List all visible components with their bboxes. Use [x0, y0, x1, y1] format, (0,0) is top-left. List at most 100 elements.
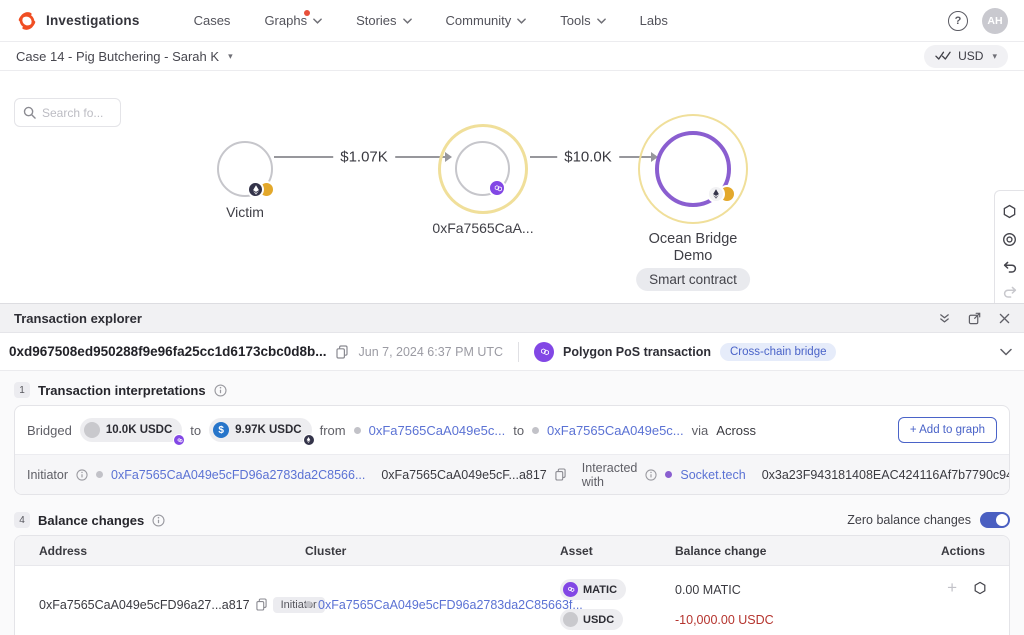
avatar[interactable]: AH	[982, 8, 1008, 34]
edge-amount-label[interactable]: $1.07K	[333, 148, 395, 167]
app-window: Investigations Cases Graphs Stories Comm…	[0, 0, 1024, 635]
bridged-interpretation-row: Bridged 10.0K USDC to $ 9.97K USDC fr	[15, 406, 1009, 454]
copy-icon[interactable]	[336, 345, 348, 359]
polygon-icon	[488, 179, 506, 197]
column-header-address: Address	[15, 544, 305, 558]
polygon-icon	[534, 342, 554, 362]
row-cluster-link[interactable]: 0xFa7565CaA049e5cFD96a2783da2C85663f...	[318, 598, 583, 612]
ethereum-icon	[247, 181, 264, 198]
info-icon[interactable]	[645, 469, 657, 481]
collapse-panel-icon[interactable]	[939, 313, 950, 324]
action-word: Bridged	[27, 423, 72, 438]
column-header-asset: Asset	[560, 544, 675, 558]
balance-changes-header: 4 Balance changes Zero balance changes	[14, 512, 1010, 528]
column-header-cluster: Cluster	[305, 544, 560, 558]
chevron-down-icon	[597, 18, 606, 24]
add-to-graph-button[interactable]: + Add to graph	[898, 417, 997, 443]
redo-icon[interactable]	[1003, 286, 1017, 298]
target-tool-icon[interactable]	[1002, 232, 1017, 247]
info-icon[interactable]	[214, 384, 227, 397]
balance-change-matic: 0.00 MATIC	[675, 579, 910, 600]
toggle-label: Zero balance changes	[847, 513, 971, 527]
top-nav: Investigations Cases Graphs Stories Comm…	[0, 0, 1024, 42]
node-label-intermediary[interactable]: 0xFa7565CaA...	[423, 220, 543, 237]
nav-item-graphs[interactable]: Graphs	[264, 13, 322, 28]
case-title[interactable]: Case 14 - Pig Butchering - Sarah K	[16, 49, 219, 64]
cluster-dot	[532, 427, 539, 434]
column-header-actions: Actions	[910, 544, 1009, 558]
brand-logo-icon[interactable]	[16, 10, 38, 32]
initiator-label: Initiator	[27, 468, 68, 482]
currency-label: USD	[958, 49, 983, 63]
bridge-protocol: Across	[716, 423, 756, 438]
nav-item-labs[interactable]: Labs	[640, 13, 668, 28]
initiator-cluster-link[interactable]: 0xFa7565CaA049e5cFD96a2783da2C8566...	[111, 468, 365, 482]
open-in-new-icon[interactable]	[968, 312, 981, 325]
cluster-dot	[305, 601, 312, 608]
main-menu: Cases Graphs Stories Community Tools Lab…	[194, 13, 668, 28]
double-check-icon	[935, 51, 951, 61]
token-icon	[563, 612, 578, 627]
brand-name: Investigations	[46, 13, 140, 28]
search-icon	[23, 106, 36, 119]
help-icon[interactable]: ?	[948, 11, 968, 31]
cross-chain-bridge-badge: Cross-chain bridge	[720, 343, 837, 361]
via-word: via	[692, 423, 709, 438]
table-header-row: Address Cluster Asset Balance change Act…	[15, 536, 1009, 566]
interacted-cluster-link[interactable]: Socket.tech	[680, 468, 745, 482]
transaction-hash[interactable]: 0xd967508ed950288f9e96fa25cc1d6173cbc0d8…	[9, 344, 327, 359]
node-label-bridge[interactable]: Ocean Bridge Demo	[628, 231, 758, 265]
usdc-icon: $	[213, 422, 229, 438]
token-icon	[84, 422, 100, 438]
nav-item-stories[interactable]: Stories	[356, 13, 411, 28]
zero-balance-toggle[interactable]	[980, 512, 1010, 528]
from-address-link[interactable]: 0xFa7565CaA049e5c...	[369, 423, 506, 438]
node-label-victim[interactable]: Victim	[200, 204, 290, 221]
graph-canvas[interactable]: $1.07K $10.0K Victim 0xFa7565CaA... Ocea…	[0, 71, 1024, 303]
edge-amount-label[interactable]: $10.0K	[557, 148, 619, 167]
explorer-body: 1 Transaction interpretations Bridged 10…	[0, 371, 1024, 635]
chevron-down-icon[interactable]	[1000, 348, 1012, 356]
nav-item-community[interactable]: Community	[446, 13, 527, 28]
panel-title: Transaction explorer	[14, 311, 142, 326]
case-dropdown-icon[interactable]: ▾	[228, 51, 233, 62]
search-input[interactable]	[42, 106, 112, 120]
initiator-address: 0xFa7565CaA049e5cF...a817	[381, 468, 546, 482]
interacted-with-label: Interacted with	[582, 461, 638, 489]
info-icon[interactable]	[76, 469, 88, 481]
balance-change-usdc: -10,000.00 USDC	[675, 609, 910, 630]
close-icon[interactable]	[999, 313, 1010, 324]
nav-item-tools[interactable]: Tools	[560, 13, 605, 28]
cluster-dot	[665, 471, 672, 478]
to-address-link[interactable]: 0xFa7565CaA049e5c...	[547, 423, 684, 438]
add-row-icon[interactable]: +	[947, 579, 957, 596]
section-count-badge: 4	[14, 512, 30, 528]
row-address: 0xFa7565CaA049e5cFD96a27...a817	[39, 598, 250, 612]
from-word: from	[320, 423, 346, 438]
chevron-down-icon	[313, 18, 322, 24]
interacted-address: 0x3a23F943181408EAC424116Af7b7790c94Cb97…	[762, 468, 1010, 482]
transaction-summary-row: 0xd967508ed950288f9e96fa25cc1d6173cbc0d8…	[0, 333, 1024, 371]
chevron-down-icon: ▾	[992, 51, 997, 62]
to-word: to	[513, 423, 524, 438]
asset-chip-source[interactable]: 10.0K USDC	[80, 418, 182, 442]
transaction-explorer-header: Transaction explorer	[0, 303, 1024, 333]
asset-chip-destination[interactable]: $ 9.97K USDC	[209, 418, 311, 442]
polygon-icon	[563, 582, 578, 597]
copy-icon[interactable]	[555, 468, 566, 481]
interpretations-box: Bridged 10.0K USDC to $ 9.97K USDC fr	[14, 405, 1010, 495]
asset-pill-matic: MATIC	[560, 579, 626, 600]
hexagon-tool-icon[interactable]	[1002, 204, 1017, 219]
undo-icon[interactable]	[1003, 261, 1017, 273]
nav-item-cases[interactable]: Cases	[194, 13, 231, 28]
chevron-down-icon	[403, 18, 412, 24]
ethereum-icon	[707, 185, 725, 203]
copy-icon[interactable]	[256, 598, 267, 611]
case-bar: Case 14 - Pig Butchering - Sarah K ▾ USD…	[0, 42, 1024, 71]
info-icon[interactable]	[152, 514, 165, 527]
column-header-balance-change: Balance change	[675, 544, 910, 558]
hexagon-action-icon[interactable]	[973, 581, 987, 595]
ethereum-chain-badge-icon	[303, 434, 315, 446]
currency-selector[interactable]: USD ▾	[924, 45, 1008, 68]
smart-contract-tag: Smart contract	[636, 268, 750, 291]
